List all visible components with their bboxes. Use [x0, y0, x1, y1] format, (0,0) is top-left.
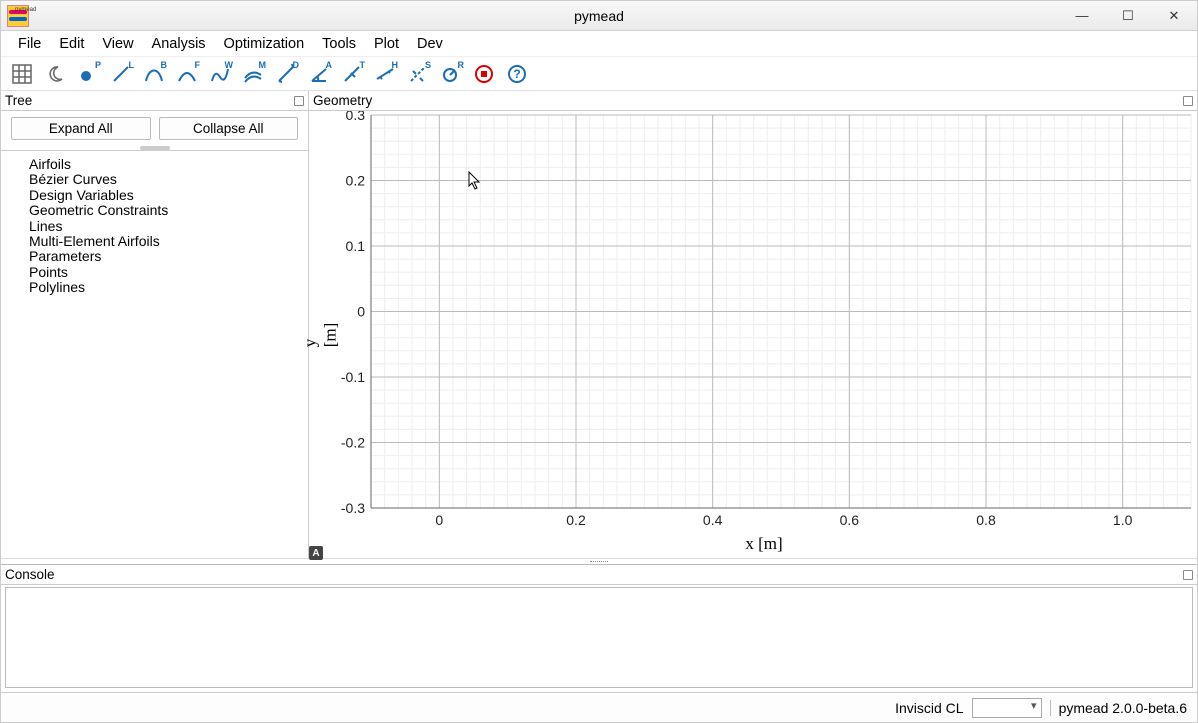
- collapse-all-button[interactable]: Collapse All: [159, 117, 299, 140]
- svg-text:?: ?: [513, 67, 520, 81]
- version-label: pymead 2.0.0-beta.6: [1059, 700, 1187, 716]
- menu-tools[interactable]: Tools: [313, 34, 365, 54]
- svg-text:0.8: 0.8: [976, 512, 996, 528]
- console-dock-header[interactable]: Console: [1, 565, 1197, 585]
- horizontal-constraint-button[interactable]: H: [370, 61, 400, 87]
- web-tool-button[interactable]: W: [205, 61, 235, 87]
- geometry-dock: Geometry A y [m] 0 0.2 0.4 0.6 0.8 1.0 -0.3 -0.…: [309, 91, 1197, 558]
- menu-plot[interactable]: Plot: [365, 34, 408, 54]
- window-title: pymead: [574, 8, 624, 24]
- tree-dock-header[interactable]: Tree: [1, 91, 308, 111]
- ferguson-tool-button[interactable]: F: [172, 61, 202, 87]
- window-close-button[interactable]: ✕: [1151, 1, 1197, 31]
- console-dock-title: Console: [5, 567, 55, 582]
- analysis-mode-label: Inviscid CL: [895, 700, 963, 716]
- distance-constraint-button[interactable]: D: [271, 61, 301, 87]
- menu-file[interactable]: File: [9, 34, 50, 54]
- svg-text:-0.1: -0.1: [341, 369, 365, 385]
- point-tool-button[interactable]: P: [73, 61, 103, 87]
- geometry-dock-header[interactable]: Geometry: [309, 91, 1197, 111]
- y-axis-label: y [m]: [309, 111, 331, 558]
- stop-button[interactable]: [469, 61, 499, 87]
- analysis-mode-select[interactable]: [972, 698, 1042, 718]
- svg-text:-0.3: -0.3: [341, 500, 365, 516]
- menu-analysis[interactable]: Analysis: [143, 34, 215, 54]
- window-maximize-button[interactable]: ☐: [1105, 1, 1151, 31]
- help-button[interactable]: ?: [502, 61, 532, 87]
- tree-item-airfoils[interactable]: Airfoils: [29, 157, 294, 172]
- angle-constraint-button[interactable]: A: [304, 61, 334, 87]
- app-icon: pymead: [7, 5, 29, 27]
- svg-text:0.1: 0.1: [346, 238, 366, 254]
- symmetry-constraint-button[interactable]: S: [403, 61, 433, 87]
- radius-constraint-button[interactable]: R: [436, 61, 466, 87]
- theme-toggle-button[interactable]: [40, 61, 70, 87]
- svg-text:0.4: 0.4: [703, 512, 723, 528]
- window-titlebar: pymead pymead — ☐ ✕: [1, 1, 1197, 31]
- bezier-tool-button[interactable]: B: [139, 61, 169, 87]
- menu-view[interactable]: View: [93, 34, 142, 54]
- tree-item-multi-element-airfoils[interactable]: Multi-Element Airfoils: [29, 234, 294, 249]
- tree-item-polylines[interactable]: Polylines: [29, 280, 294, 295]
- console-text-area[interactable]: [5, 587, 1193, 688]
- tree-item-geometric-constraints[interactable]: Geometric Constraints: [29, 203, 294, 218]
- grid-toggle-button[interactable]: [7, 61, 37, 87]
- svg-text:0.3: 0.3: [346, 111, 366, 123]
- menu-edit[interactable]: Edit: [50, 34, 93, 54]
- tree-dock-title: Tree: [5, 93, 32, 108]
- tree-dock: Tree Expand All Collapse All Airfoils Bé…: [1, 91, 309, 558]
- line-tool-button[interactable]: L: [106, 61, 136, 87]
- mea-tool-button[interactable]: M: [238, 61, 268, 87]
- tree-item-lines[interactable]: Lines: [29, 219, 294, 234]
- svg-text:-0.2: -0.2: [341, 435, 365, 451]
- console-dock-float-button[interactable]: [1183, 570, 1193, 580]
- status-separator: [1050, 700, 1051, 716]
- svg-text:0: 0: [357, 304, 365, 320]
- console-dock: Console: [1, 564, 1197, 692]
- window-minimize-button[interactable]: —: [1059, 1, 1105, 31]
- plot-canvas[interactable]: 0 0.2 0.4 0.6 0.8 1.0 -0.3 -0.2 -0.1 0 0.1 0.2 0.3: [331, 111, 1197, 534]
- tree-item-bezier-curves[interactable]: Bézier Curves: [29, 172, 294, 187]
- svg-text:0.2: 0.2: [346, 173, 366, 189]
- tree-item-points[interactable]: Points: [29, 265, 294, 280]
- status-bar: Inviscid CL pymead 2.0.0-beta.6: [1, 692, 1197, 722]
- tree-item-design-variables[interactable]: Design Variables: [29, 188, 294, 203]
- svg-text:0.6: 0.6: [840, 512, 860, 528]
- menu-bar: File Edit View Analysis Optimization Too…: [1, 31, 1197, 57]
- geometry-dock-float-button[interactable]: [1183, 96, 1193, 106]
- x-axis-label: x [m]: [331, 534, 1197, 558]
- tangent-constraint-button[interactable]: T: [337, 61, 367, 87]
- svg-text:1.0: 1.0: [1113, 512, 1133, 528]
- svg-text:0: 0: [435, 512, 443, 528]
- toolbar: P L B F W M D A T H S R ?: [1, 57, 1197, 91]
- tree-dock-float-button[interactable]: [294, 96, 304, 106]
- svg-text:0.2: 0.2: [566, 512, 586, 528]
- expand-all-button[interactable]: Expand All: [11, 117, 151, 140]
- antialias-badge[interactable]: A: [309, 546, 323, 560]
- menu-dev[interactable]: Dev: [408, 34, 452, 54]
- geometry-dock-title: Geometry: [313, 93, 372, 108]
- menu-optimization[interactable]: Optimization: [215, 34, 314, 54]
- tree-item-parameters[interactable]: Parameters: [29, 249, 294, 264]
- tree-view[interactable]: Airfoils Bézier Curves Design Variables …: [1, 150, 308, 558]
